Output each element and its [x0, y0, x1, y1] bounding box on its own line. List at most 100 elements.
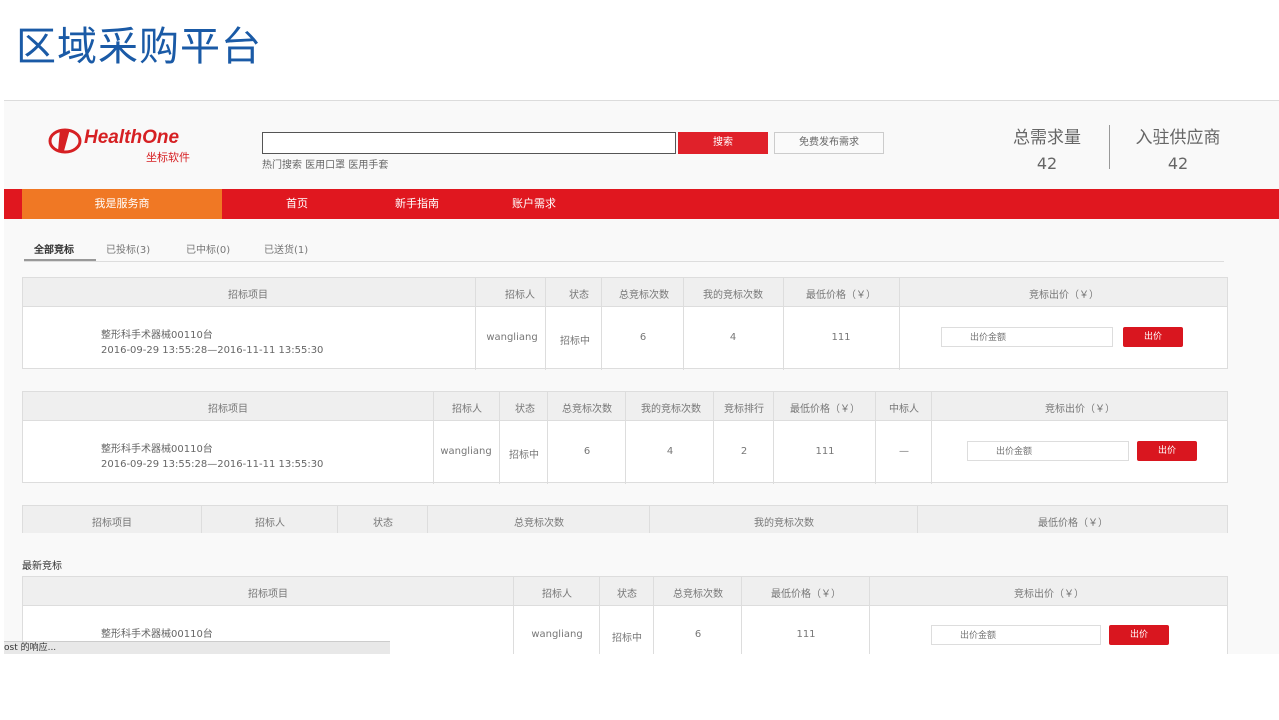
col-lowest-price: 最低价格（￥）: [1038, 518, 1108, 529]
divider: [625, 392, 626, 484]
table-row[interactable]: 整形科手术器械00110台: [101, 627, 213, 642]
col-project: 招标项目: [208, 404, 248, 415]
project-period: 2016-09-29 13:55:28—2016-11-11 13:55:30: [101, 345, 324, 356]
nav-item-account-demand[interactable]: 账户需求: [494, 189, 574, 219]
bid-tabs: 全部竞标 已投标(3) 已中标(0) 已送货(1): [24, 237, 1224, 262]
col-my-bids: 我的竞标次数: [754, 518, 814, 529]
col-lowest-price: 最低价格（￥）: [790, 404, 860, 415]
stat-label: 总需求量: [1013, 128, 1081, 148]
divider: [741, 577, 742, 654]
total-bids: 6: [583, 446, 591, 457]
divider: [869, 577, 870, 654]
col-bid-price: 竞标出价（￥）: [1029, 290, 1099, 301]
nav-item-home[interactable]: 首页: [262, 189, 332, 219]
tenderer: wangliang: [440, 446, 492, 457]
divider: [931, 392, 932, 484]
tab-won[interactable]: 已中标(0): [186, 241, 230, 256]
table-header: 招标项目 招标人 状态 总竞标次数 我的竞标次数 最低价格（￥） 竞标出价（￥）: [23, 278, 1227, 307]
col-lowest-price: 最低价格（￥）: [806, 290, 876, 301]
col-status: 状态: [569, 290, 589, 301]
table-header: 招标项目 招标人 状态 总竞标次数 最低价格（￥） 竞标出价（￥）: [23, 577, 1227, 606]
col-status: 状态: [617, 589, 637, 600]
col-rank: 竞标排行: [724, 404, 764, 415]
my-bids: 4: [729, 332, 737, 343]
col-total-bids: 总竞标次数: [673, 589, 723, 600]
status: 招标中: [612, 633, 642, 644]
divider: [899, 278, 900, 370]
divider: [601, 278, 602, 370]
col-bid-price: 竞标出价（￥）: [1014, 589, 1084, 600]
tab-underline: [24, 259, 96, 261]
col-tenderer: 招标人: [452, 404, 482, 415]
total-bids: 6: [694, 629, 702, 640]
col-tenderer: 招标人: [255, 518, 285, 529]
col-winner: 中标人: [889, 404, 919, 415]
col-tenderer: 招标人: [542, 589, 572, 600]
col-total-bids: 总竞标次数: [562, 404, 612, 415]
divider: [653, 577, 654, 654]
divider: [649, 506, 650, 533]
lowest-price: 111: [796, 629, 816, 640]
bid-amount-input[interactable]: [967, 441, 1129, 461]
project-name[interactable]: 整形科手术器械00110台: [101, 328, 323, 343]
project-name[interactable]: 整形科手术器械00110台: [101, 627, 213, 642]
divider: [201, 506, 202, 533]
slide-title: 区域采购平台: [16, 24, 262, 70]
hot-searches[interactable]: 热门搜索 医用口罩 医用手套: [262, 156, 388, 171]
project-name[interactable]: 整形科手术器械00110台: [101, 442, 323, 457]
table-row[interactable]: 整形科手术器械00110台 2016-09-29 13:55:28—2016-1…: [101, 442, 323, 472]
healthone-logo-icon: [48, 128, 82, 154]
logo-sub: 坐标软件: [146, 151, 190, 164]
publish-demand-button[interactable]: 免费发布需求: [774, 132, 884, 154]
divider: [599, 577, 600, 654]
divider: [433, 392, 434, 484]
status: 招标中: [560, 336, 590, 347]
bid-button[interactable]: 出价: [1123, 327, 1183, 347]
bid-table-3: 招标项目 招标人 状态 总竞标次数 我的竞标次数 最低价格（￥）: [22, 505, 1228, 533]
table-row[interactable]: 整形科手术器械00110台 2016-09-29 13:55:28—2016-1…: [101, 328, 323, 358]
stat-value: 42: [1167, 154, 1189, 173]
divider: [547, 392, 548, 484]
divider: [475, 278, 476, 370]
tenderer: wangliang: [531, 629, 583, 640]
col-status: 状态: [515, 404, 535, 415]
tab-all-bids[interactable]: 全部竞标: [34, 241, 74, 256]
screenshot-frame: HealthOne 坐标软件 搜索 免费发布需求 热门搜索 医用口罩 医用手套 …: [4, 100, 1279, 654]
col-total-bids: 总竞标次数: [514, 518, 564, 529]
divider: [917, 506, 918, 533]
bid-amount-input[interactable]: [931, 625, 1101, 645]
divider: [513, 577, 514, 654]
col-lowest-price: 最低价格（￥）: [771, 589, 841, 600]
col-my-bids: 我的竞标次数: [703, 290, 763, 301]
col-project: 招标项目: [92, 518, 132, 529]
divider: [713, 392, 714, 484]
bid-table-1: 招标项目 招标人 状态 总竞标次数 我的竞标次数 最低价格（￥） 竞标出价（￥）…: [22, 277, 1228, 370]
nav-item-guide[interactable]: 新手指南: [372, 189, 462, 219]
divider: [545, 278, 546, 370]
divider: [773, 392, 774, 484]
col-project: 招标项目: [228, 290, 268, 301]
divider: [683, 278, 684, 370]
logo-brand: HealthOne: [84, 127, 180, 148]
table-header: 招标项目 招标人 状态 总竞标次数 我的竞标次数 最低价格（￥）: [23, 506, 1227, 533]
divider: [337, 506, 338, 533]
bid-table-2: 招标项目 招标人 状态 总竞标次数 我的竞标次数 竞标排行 最低价格（￥） 中标…: [22, 391, 1228, 484]
search-button[interactable]: 搜索: [678, 132, 768, 154]
nav-item-provider[interactable]: 我是服务商: [22, 189, 222, 219]
col-my-bids: 我的竞标次数: [641, 404, 701, 415]
search-input[interactable]: [262, 132, 676, 154]
status: 招标中: [509, 450, 539, 461]
col-total-bids: 总竞标次数: [619, 290, 669, 301]
winner: —: [899, 446, 909, 457]
stat-total-demand: 总需求量 42: [1002, 123, 1092, 173]
tab-submitted[interactable]: 已投标(3): [106, 241, 150, 256]
bid-button[interactable]: 出价: [1109, 625, 1169, 645]
bid-button[interactable]: 出价: [1137, 441, 1197, 461]
my-bids: 4: [666, 446, 674, 457]
tab-delivered[interactable]: 已送货(1): [264, 241, 308, 256]
bid-rank: 2: [740, 446, 748, 457]
browser-status-bar: ost 的响应...: [4, 641, 390, 654]
tenderer: wangliang: [486, 332, 538, 343]
bid-amount-input[interactable]: [941, 327, 1113, 347]
healthone-logo[interactable]: HealthOne 坐标软件: [48, 125, 218, 165]
